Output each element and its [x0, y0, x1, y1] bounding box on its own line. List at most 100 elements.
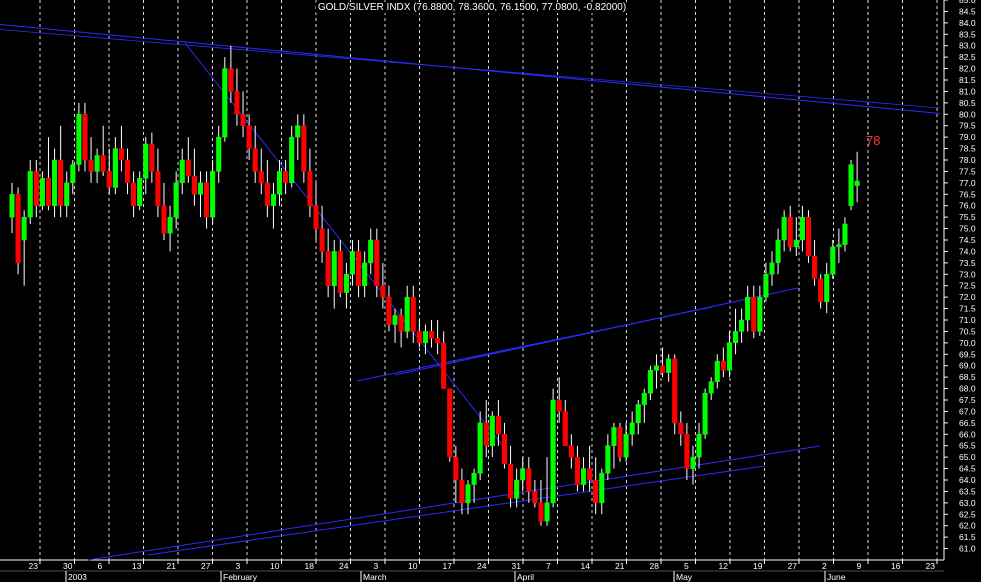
candle-body	[234, 91, 240, 115]
candle-body	[9, 194, 15, 218]
y-tick-label: 84.5	[959, 6, 976, 16]
candle-body	[76, 114, 82, 165]
candle-body	[532, 491, 538, 504]
y-tick-label: 68.5	[959, 372, 976, 382]
candle-body	[678, 422, 684, 435]
candle-body	[404, 296, 410, 332]
candle-body	[599, 472, 605, 504]
candle-body	[660, 365, 666, 373]
y-tick-label: 66.0	[959, 429, 976, 439]
x-month-label: February	[223, 572, 258, 582]
candle-body	[635, 404, 641, 424]
candle-body	[58, 159, 64, 206]
y-tick-label: 64.5	[959, 464, 976, 474]
y-tick-label: 70.0	[959, 338, 976, 348]
candle-body	[64, 182, 70, 206]
candle-body	[787, 216, 793, 248]
x-day-label: 5	[684, 561, 689, 571]
y-tick-label: 74.5	[959, 235, 976, 245]
candle-body	[331, 251, 337, 286]
candle-body	[137, 178, 143, 206]
candle-body	[477, 422, 483, 474]
candle-body	[52, 159, 58, 206]
candle-body	[100, 155, 106, 172]
candle-body	[587, 468, 593, 481]
y-tick-label: 72.5	[959, 281, 976, 291]
candle-body	[483, 422, 489, 446]
x-day-label: 13	[132, 561, 142, 571]
candle-body	[453, 456, 459, 481]
candle-body	[428, 331, 435, 339]
candle-body	[283, 171, 289, 184]
candle-body	[623, 434, 629, 458]
candle-body	[21, 216, 27, 241]
candle-body	[301, 125, 307, 172]
candle-body	[435, 338, 441, 344]
candle-body	[228, 68, 234, 92]
y-tick-label: 77.0	[959, 178, 976, 188]
candle-body	[830, 246, 836, 275]
candle-body	[580, 468, 587, 485]
y-tick-label: 73.5	[959, 258, 976, 268]
price-annotation: 78	[866, 133, 880, 148]
candle-body	[246, 125, 252, 149]
candle-body	[422, 331, 428, 344]
candle-body	[574, 456, 580, 485]
x-day-label: 31	[512, 561, 522, 571]
candle-body	[805, 216, 812, 257]
candle-body	[161, 205, 167, 234]
candle-body	[641, 392, 647, 405]
x-day-label: 21	[615, 561, 625, 571]
y-tick-label: 78.5	[959, 144, 976, 154]
candle-body	[684, 434, 690, 469]
candle-body	[380, 285, 386, 298]
y-tick-label: 63.5	[959, 486, 976, 496]
x-day-label: 10	[270, 561, 280, 571]
x-day-label: 12	[719, 561, 729, 571]
candle-body	[793, 239, 799, 248]
y-tick-label: 85.0	[959, 0, 976, 5]
candle-body	[514, 479, 520, 499]
x-day-label: 18	[305, 561, 315, 571]
y-tick-label: 76.0	[959, 201, 976, 211]
y-tick-label: 72.0	[959, 292, 976, 302]
candle-body	[106, 171, 112, 188]
x-day-label: 19	[753, 561, 763, 571]
candle-body	[818, 278, 824, 302]
candle-body	[222, 68, 228, 138]
x-day-label: 21	[167, 561, 177, 571]
candle-body	[757, 296, 763, 332]
x-day-label: 16	[891, 561, 901, 571]
candle-body	[258, 171, 264, 184]
candle-body	[489, 415, 495, 446]
candle-body	[349, 251, 356, 275]
y-tick-label: 81.0	[959, 86, 976, 96]
y-tick-label: 71.5	[959, 304, 976, 314]
y-tick-label: 61.5	[959, 532, 976, 542]
candle-body	[325, 251, 331, 286]
candle-body	[386, 296, 392, 325]
y-tick-label: 83.5	[959, 29, 976, 39]
y-tick-label: 69.0	[959, 361, 976, 371]
y-tick-label: 79.0	[959, 132, 976, 142]
candle-body	[726, 342, 732, 371]
candle-body	[647, 370, 653, 394]
candle-body	[550, 399, 556, 504]
candle-body	[45, 178, 52, 206]
candle-body	[307, 171, 313, 206]
candle-body	[289, 136, 295, 184]
candle-body	[672, 358, 678, 424]
candle-body	[252, 148, 258, 172]
x-day-label: 10	[408, 561, 418, 571]
y-tick-label: 68.0	[959, 384, 976, 394]
candle-body	[538, 502, 544, 522]
y-tick-label: 80.5	[959, 98, 976, 108]
candle-body	[653, 365, 660, 371]
candle-body	[459, 479, 465, 504]
candle-body	[812, 255, 818, 280]
x-day-label: 6	[98, 561, 103, 571]
candle-body	[374, 239, 380, 286]
candle-body	[854, 180, 860, 186]
y-tick-label: 65.5	[959, 441, 976, 451]
candle-body	[33, 171, 39, 206]
